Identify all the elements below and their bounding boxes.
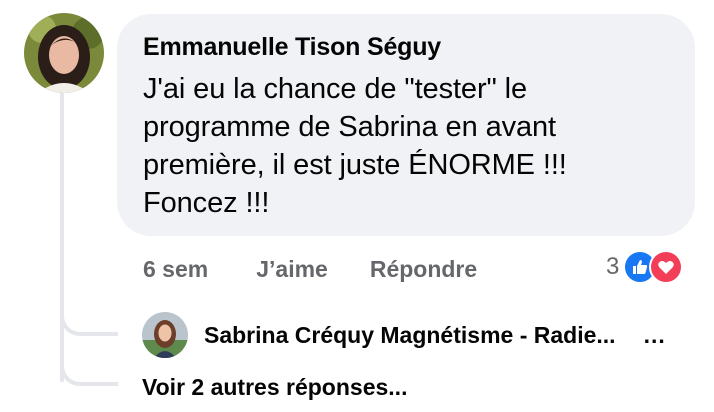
comment-timestamp[interactable]: 6 sem bbox=[143, 256, 208, 283]
reply-author[interactable]: Sabrina Créquy Magnétisme - Radie... bbox=[204, 322, 616, 349]
comment-text: J'ai eu la chance de "tester" le program… bbox=[143, 73, 567, 219]
reply-button[interactable]: Répondre bbox=[370, 256, 477, 283]
comment-author[interactable]: Emmanuelle Tison Séguy bbox=[143, 32, 669, 62]
more-replies-branch-line bbox=[60, 362, 118, 386]
love-icon bbox=[649, 250, 684, 284]
reply-branch-line bbox=[60, 312, 118, 336]
reply-item[interactable]: Sabrina Créquy Magnétisme - Radie... ... bbox=[142, 311, 666, 359]
comment-bubble: Emmanuelle Tison Séguy J'ai eu la chance… bbox=[117, 14, 695, 236]
profile-photo-icon bbox=[24, 13, 104, 93]
reply-avatar[interactable] bbox=[142, 312, 188, 358]
reply-more-dots[interactable]: ... bbox=[644, 322, 666, 349]
like-button[interactable]: J’aime bbox=[256, 256, 328, 283]
reaction-summary[interactable]: 3 bbox=[606, 250, 684, 284]
thread-line bbox=[60, 92, 64, 382]
reaction-count: 3 bbox=[606, 253, 620, 280]
reply-profile-photo-icon bbox=[142, 312, 188, 358]
view-more-replies-link[interactable]: Voir 2 autres réponses... bbox=[142, 374, 407, 401]
avatar[interactable] bbox=[24, 13, 104, 93]
comment-actions: 6 sem J’aime Répondre bbox=[143, 256, 477, 283]
